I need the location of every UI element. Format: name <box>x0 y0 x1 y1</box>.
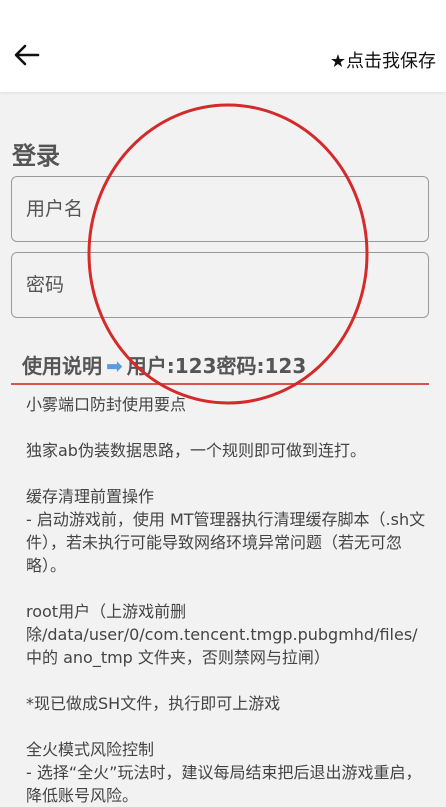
username-input[interactable] <box>12 177 428 241</box>
app-bar: ★点击我保存 <box>0 0 446 92</box>
back-button[interactable] <box>12 40 42 70</box>
usage-credentials: 用户:123密码:123 <box>126 354 307 378</box>
right-arrow-icon: ➡ <box>106 354 123 378</box>
back-arrow-icon <box>14 44 40 66</box>
password-field[interactable] <box>11 252 429 318</box>
password-input[interactable] <box>12 253 428 317</box>
instructions-text: 小雾端口防封使用要点 独家ab伪装数据思路，一个规则即可做到连打。 缓存清理前置… <box>26 395 426 805</box>
login-title: 登录 <box>12 142 60 170</box>
username-field[interactable] <box>11 176 429 242</box>
usage-title: 使用说明 <box>22 354 102 378</box>
usage-heading: 使用说明 ➡ 用户:123密码:123 <box>22 350 306 379</box>
divider <box>11 383 429 385</box>
save-button[interactable]: ★点击我保存 <box>330 47 436 73</box>
